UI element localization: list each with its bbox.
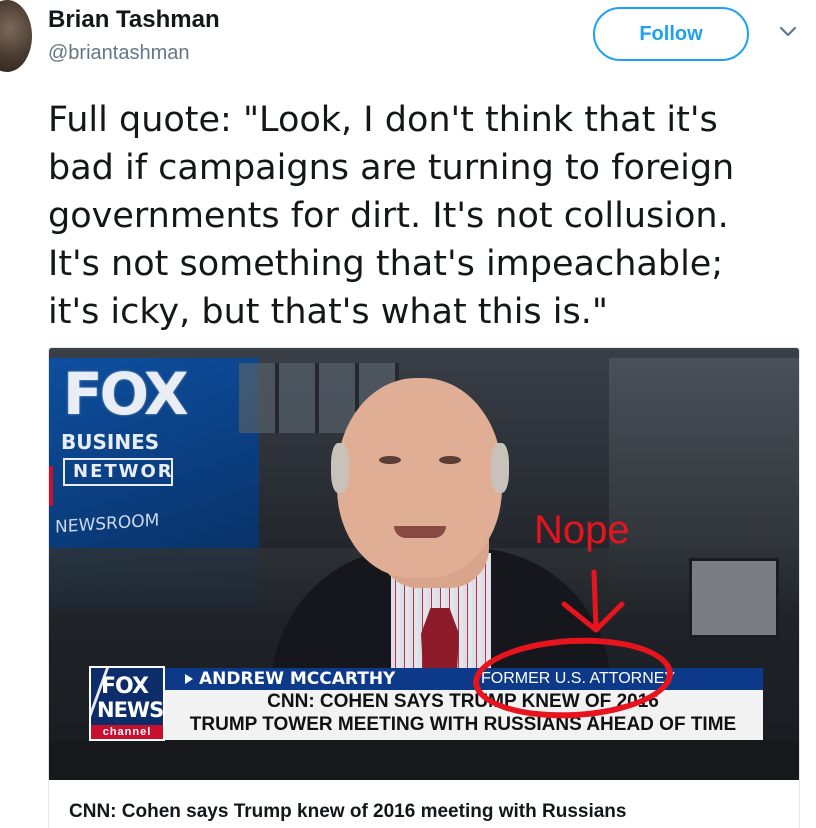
person-eye-right — [439, 456, 461, 464]
link-card[interactable]: FOX BUSINES NETWOR NEWSROOM Nope ANDREW — [48, 347, 800, 828]
chevron-down-icon[interactable] — [776, 20, 800, 44]
author-name[interactable]: Brian Tashman — [48, 6, 220, 34]
fox-news-logo: FOX NEWS channel — [89, 666, 165, 741]
person-hair-right — [491, 443, 509, 493]
tweet-text-line: it's icky, but that's what this is." — [48, 292, 608, 332]
card-title[interactable]: CNN: Cohen says Trump knew of 2016 meeti… — [69, 801, 626, 823]
person-hair-left — [331, 443, 349, 493]
fox-news-logo-fox: FOX — [101, 674, 149, 699]
annotation-nope: Nope — [534, 508, 630, 552]
fox-news-logo-channel: channel — [91, 725, 163, 739]
tweet-text-line: governments for dirt. It's not collusion… — [48, 196, 729, 236]
tweet-text: Full quote: "Look, I don't think that it… — [48, 96, 808, 336]
person-mouth — [394, 526, 446, 538]
annotation-arrow-icon — [561, 569, 625, 633]
wall-logo-business: BUSINES — [61, 430, 160, 454]
chyron-bottom-strip — [49, 740, 799, 780]
wall-logo-fox: FOX — [63, 360, 189, 428]
chyron-play-icon — [185, 674, 193, 684]
chyron-headline-1: CNN: COHEN SAYS TRUMP KNEW OF 2016 — [267, 691, 659, 712]
tweet-text-line: Full quote: "Look, I don't think that it… — [48, 100, 718, 140]
avatar[interactable] — [0, 0, 32, 72]
person-eye-left — [379, 456, 401, 464]
tweet-text-line: bad if campaigns are turning to foreign — [48, 148, 735, 188]
person-head — [337, 378, 502, 578]
newsroom-screen — [689, 558, 779, 638]
card-image[interactable]: FOX BUSINES NETWOR NEWSROOM Nope ANDREW — [49, 348, 799, 780]
wall-logo-network: NETWOR — [63, 458, 173, 486]
author-handle[interactable]: @briantashman — [48, 42, 189, 65]
wall-redbar — [49, 466, 53, 506]
follow-button[interactable]: Follow — [593, 7, 749, 61]
tweet-text-line: It's not something that's impeachable; — [48, 244, 724, 284]
chyron-headline-2: TRUMP TOWER MEETING WITH RUSSIANS AHEAD … — [189, 714, 737, 735]
chyron-name: ANDREW MCCARTHY — [199, 669, 396, 689]
fox-news-logo-news: NEWS — [97, 698, 164, 722]
